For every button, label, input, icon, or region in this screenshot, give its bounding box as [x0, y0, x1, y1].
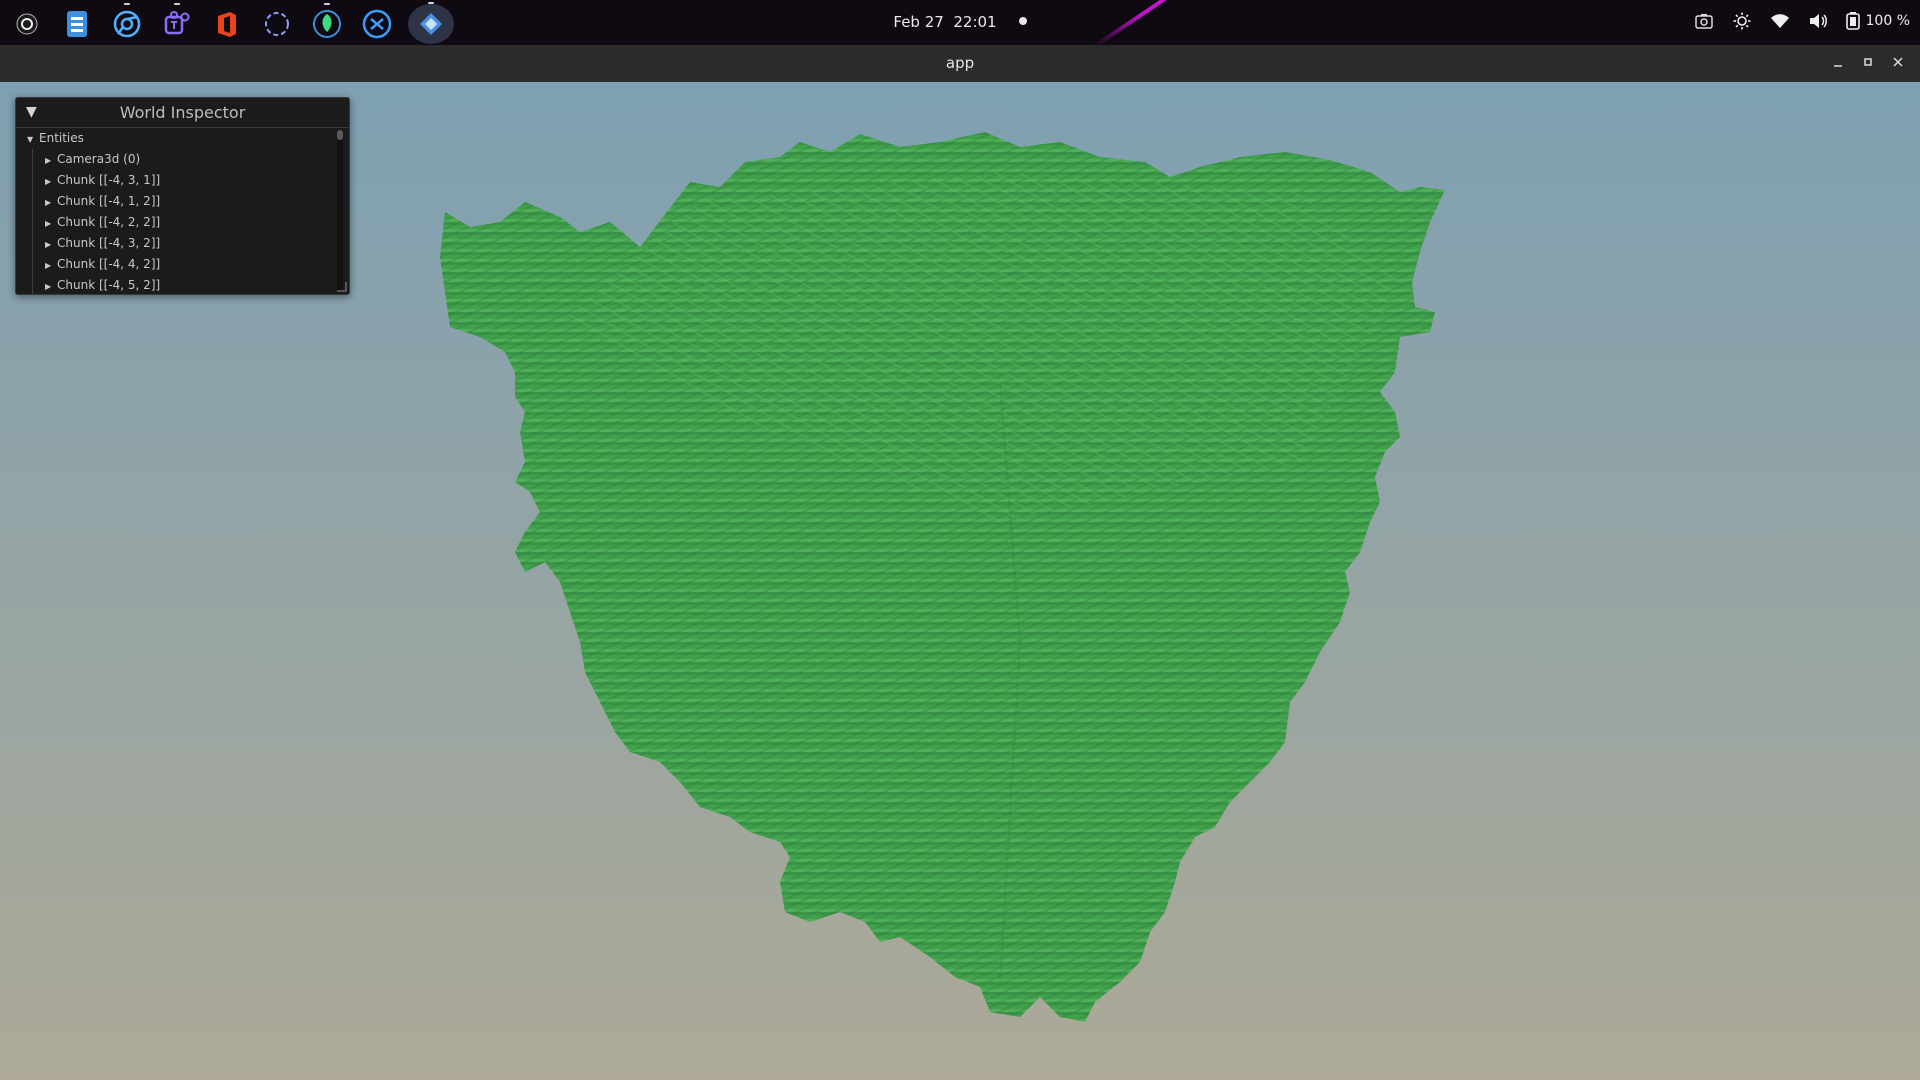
- camera-icon: [1694, 14, 1713, 29]
- close-button[interactable]: [1890, 53, 1906, 71]
- inspector-scrollbar[interactable]: [337, 130, 343, 290]
- tree-node-label: Chunk [[-4, 3, 1]]: [57, 173, 161, 187]
- office-app-button[interactable]: [208, 5, 246, 43]
- tree-node-entity[interactable]: ▶ Chunk [[-4, 2, 2]]: [16, 212, 349, 233]
- battery-percentage: 100 %: [1865, 13, 1910, 29]
- tree-node-entity[interactable]: ▶ Camera3d (0): [16, 149, 349, 170]
- generic-app-button[interactable]: [308, 3, 346, 43]
- tree-node-entity[interactable]: ▶ Chunk [[-4, 4, 2]]: [16, 254, 349, 275]
- date-label[interactable]: Feb 27: [893, 13, 943, 31]
- collapsed-triangle-icon[interactable]: ▶: [45, 171, 57, 192]
- decorative-streak: [1093, 0, 1213, 45]
- files-icon: [67, 11, 87, 37]
- entities-children: ▶ Camera3d (0) ▶ Chunk [[-4, 3, 1]] ▶ Chunk…: [16, 149, 349, 294]
- screenshot-app-button[interactable]: [258, 5, 296, 43]
- minimize-icon: [1834, 65, 1842, 67]
- expanded-triangle-icon[interactable]: ▼: [27, 129, 39, 150]
- collapsed-triangle-icon[interactable]: ▶: [45, 234, 57, 255]
- tree-node-label: Chunk [[-4, 5, 2]]: [57, 278, 161, 292]
- maximize-button[interactable]: [1860, 53, 1876, 71]
- tree-node-entity[interactable]: ▶ Chunk [[-4, 5, 2]]: [16, 275, 349, 294]
- notification-dot-icon: [1018, 17, 1027, 25]
- tree-node-label: Camera3d (0): [57, 152, 141, 166]
- app-icon: [313, 10, 341, 38]
- tree-node-label: Entities: [39, 131, 84, 145]
- chrome-app-button[interactable]: [108, 3, 146, 43]
- resize-grip-icon[interactable]: [337, 282, 347, 292]
- app-dock: [8, 2, 454, 44]
- wifi-tray-button[interactable]: [1770, 10, 1790, 32]
- screenshot-tray-button[interactable]: [1694, 10, 1714, 32]
- files-app-button[interactable]: [58, 5, 96, 43]
- close-icon: [1893, 57, 1903, 67]
- running-indicator: [428, 2, 434, 4]
- teams-app-button[interactable]: [158, 3, 196, 43]
- active-app-button[interactable]: [408, 2, 454, 44]
- inspector-title: World Inspector: [119, 103, 246, 122]
- tree-node-label: Chunk [[-4, 4, 2]]: [57, 257, 161, 271]
- volume-tray-button[interactable]: [1808, 10, 1828, 32]
- active-app-icon: [420, 13, 442, 35]
- teams-icon: [164, 11, 190, 35]
- tree-node-label: Chunk [[-4, 2, 2]]: [57, 215, 161, 229]
- volume-icon: [1809, 14, 1827, 28]
- tree-node-entity[interactable]: ▶ Chunk [[-4, 3, 2]]: [16, 233, 349, 254]
- inspector-header[interactable]: ▼ World Inspector: [16, 98, 349, 128]
- activities-icon: [16, 13, 38, 35]
- system-tray: 100 %: [1694, 10, 1910, 32]
- minimize-button[interactable]: [1830, 53, 1846, 71]
- tree-node-entities[interactable]: ▼ Entities: [16, 128, 349, 149]
- vscode-icon: [362, 9, 392, 39]
- tree-guide-line: [32, 149, 33, 294]
- office-icon: [218, 12, 236, 37]
- brightness-icon: [1733, 12, 1751, 30]
- running-indicator: [324, 3, 330, 5]
- collapsed-triangle-icon[interactable]: ▶: [45, 276, 57, 294]
- scrollbar-thumb[interactable]: [337, 130, 343, 140]
- world-inspector-panel[interactable]: ▼ World Inspector ▼ Entities ▶ Camera3d (0…: [15, 97, 350, 295]
- collapsed-triangle-icon[interactable]: ▶: [45, 150, 57, 171]
- window-titlebar[interactable]: app: [0, 45, 1920, 83]
- collapsed-triangle-icon[interactable]: ▶: [45, 213, 57, 234]
- collapsed-triangle-icon[interactable]: ▶: [45, 192, 57, 213]
- screenshot-icon: [265, 12, 289, 36]
- running-indicator: [174, 3, 180, 5]
- collapsed-triangle-icon[interactable]: ▶: [45, 255, 57, 276]
- running-indicator: [124, 3, 130, 5]
- tree-node-label: Chunk [[-4, 1, 2]]: [57, 194, 161, 208]
- tree-node-entity[interactable]: ▶ Chunk [[-4, 3, 1]]: [16, 170, 349, 191]
- system-top-bar: Feb 27 22:01 100 %: [0, 0, 1920, 45]
- activities-button[interactable]: [8, 5, 46, 43]
- window-title: app: [945, 54, 975, 72]
- window-controls: [1830, 53, 1906, 71]
- inspector-tree: ▼ Entities ▶ Camera3d (0) ▶ Chunk [[-4, 3, …: [16, 128, 349, 294]
- wifi-icon: [1770, 14, 1789, 28]
- battery-tray-button[interactable]: 100 %: [1845, 10, 1910, 32]
- time-label[interactable]: 22:01: [953, 13, 996, 31]
- chrome-icon: [113, 10, 141, 38]
- brightness-tray-button[interactable]: [1732, 10, 1752, 32]
- maximize-icon: [1864, 58, 1872, 66]
- vscode-app-button[interactable]: [358, 5, 396, 43]
- battery-icon: [1845, 12, 1860, 30]
- tree-node-label: Chunk [[-4, 3, 2]]: [57, 236, 161, 250]
- tree-node-entity[interactable]: ▶ Chunk [[-4, 1, 2]]: [16, 191, 349, 212]
